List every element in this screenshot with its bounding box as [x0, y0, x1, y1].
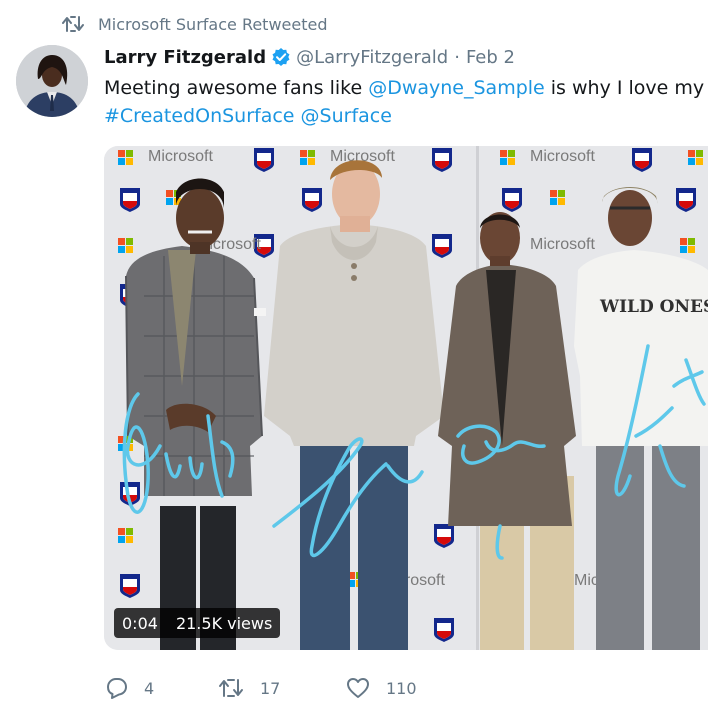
retweet-icon: [62, 16, 84, 32]
tweet-text-line-1: Meeting awesome fans like @Dwayne_Sample…: [104, 74, 708, 102]
tweet-text: Meeting awesome fans like @Dwayne_Sample…: [104, 74, 708, 130]
avatar-image: [16, 45, 88, 117]
retweet-count: 17: [260, 678, 281, 698]
text-segment: is why I love my jol: [550, 77, 708, 99]
mention-link[interactable]: @Surface: [301, 105, 392, 127]
mention-link[interactable]: @Dwayne_Sample: [368, 77, 545, 99]
video-views: 21.5K views: [175, 613, 273, 633]
video-duration: 0:04: [122, 613, 158, 633]
tweet-date[interactable]: Feb 2: [466, 47, 515, 68]
video-player[interactable]: Microsoft Microsoft Microsoft Microsoft …: [104, 146, 708, 650]
like-button[interactable]: 110: [346, 677, 417, 699]
reply-count: 4: [144, 678, 155, 698]
reply-button[interactable]: 4: [104, 677, 218, 699]
tweet-actions: 4 17 110: [104, 672, 417, 704]
retweet-context[interactable]: Microsoft Surface Retweeted: [62, 12, 328, 36]
avatar[interactable]: [16, 45, 88, 117]
author-name[interactable]: Larry Fitzgerald: [104, 47, 266, 68]
shirt-text: WILD ONES: [599, 297, 708, 317]
hashtag-link[interactable]: #CreatedOnSurface: [104, 105, 295, 127]
retweet-context-text: Microsoft Surface Retweeted: [98, 14, 328, 34]
reply-icon: [107, 678, 127, 699]
tweet-header: Larry Fitzgerald @LarryFitzgerald · Feb …: [104, 42, 515, 72]
retweet-button[interactable]: 17: [218, 677, 346, 699]
video-frame: Microsoft Microsoft Microsoft Microsoft …: [104, 146, 708, 650]
backdrop-logo-text: Microsoft: [530, 148, 595, 165]
header-separator: ·: [454, 46, 460, 68]
backdrop-logo-text: Microsoft: [530, 236, 595, 253]
tweet-text-line-2: #CreatedOnSurface @Surface: [104, 102, 708, 130]
backdrop-logo-text: Microsoft: [148, 148, 213, 165]
heart-icon: [347, 678, 369, 698]
author-handle[interactable]: @LarryFitzgerald: [296, 47, 448, 68]
like-count: 110: [386, 678, 417, 698]
text-segment: Meeting awesome fans like: [104, 77, 369, 99]
verified-badge-icon: [271, 47, 291, 67]
retweet-icon: [219, 679, 243, 697]
video-duration-badge: 0:04 21.5K views: [114, 608, 281, 638]
